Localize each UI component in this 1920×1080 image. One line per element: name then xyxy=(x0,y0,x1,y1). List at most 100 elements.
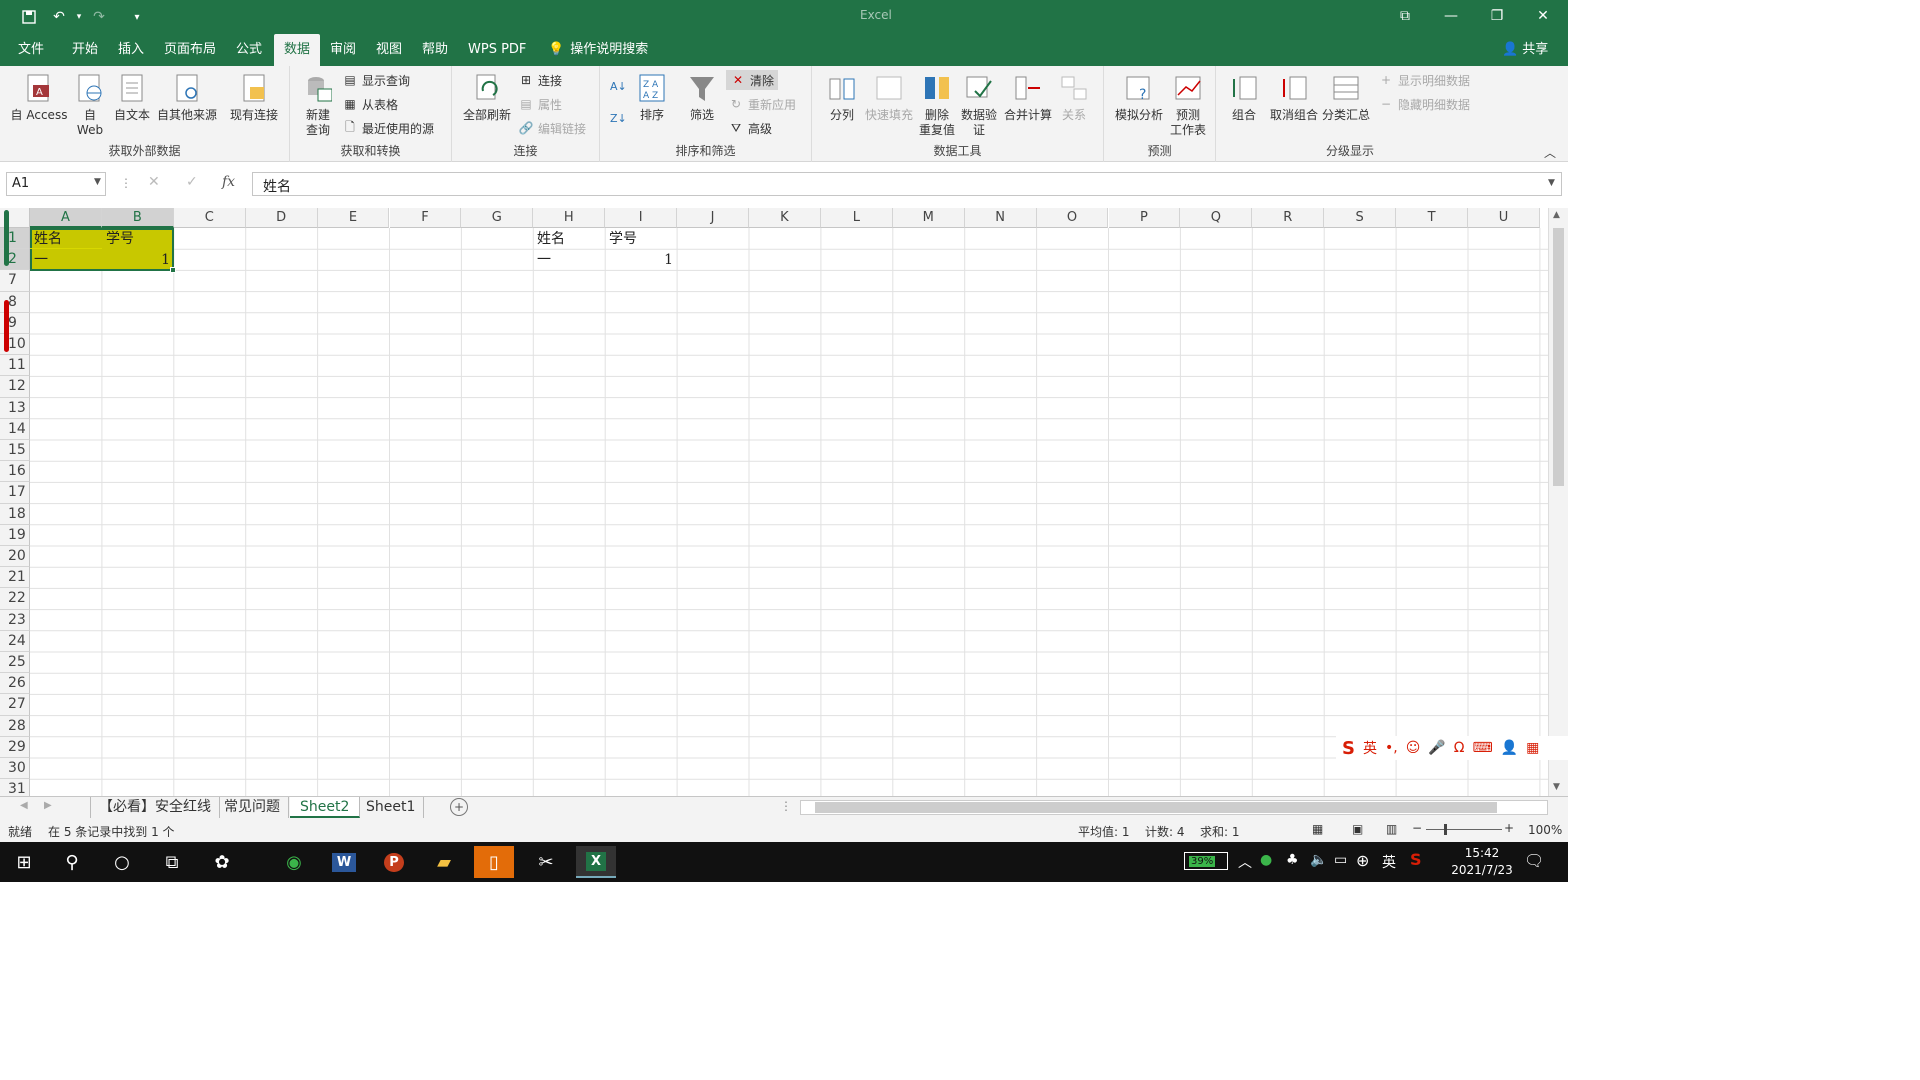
save-icon[interactable] xyxy=(18,6,40,28)
formula-input[interactable]: 姓名 xyxy=(252,172,1562,196)
refresh-all-button[interactable]: 全部刷新 xyxy=(458,72,516,123)
remove-duplicates-button[interactable]: 删除 重复值 xyxy=(916,72,958,138)
browser-app-icon[interactable]: ◉ xyxy=(274,846,314,878)
recent-sources-button[interactable]: 🗋 最近使用的源 xyxy=(342,118,434,138)
collapse-ribbon-icon[interactable]: ︿ xyxy=(1544,144,1556,161)
column-header-c[interactable]: C xyxy=(173,208,246,228)
row-header-22[interactable]: 22 xyxy=(0,588,30,610)
column-header-g[interactable]: G xyxy=(461,208,534,228)
cell-h1[interactable]: 姓名 xyxy=(533,228,605,249)
cell-i2[interactable]: 1 xyxy=(605,249,677,270)
zoom-slider-thumb[interactable] xyxy=(1444,824,1447,835)
file-explorer-icon[interactable]: ▰ xyxy=(424,846,464,878)
row-header-16[interactable]: 16 xyxy=(0,461,30,483)
normal-view-icon[interactable]: ▦ xyxy=(1312,822,1323,836)
from-access-button[interactable]: A 自 Access xyxy=(6,72,72,123)
row-header-17[interactable]: 17 xyxy=(0,482,30,504)
restore-button[interactable]: ❐ xyxy=(1474,4,1520,28)
flash-fill-button[interactable]: 快速填充 xyxy=(862,72,916,123)
ime-headset-icon[interactable]: Ω xyxy=(1454,740,1465,756)
ime-keyboard-icon[interactable]: ⌨ xyxy=(1472,740,1492,756)
excel-app-icon[interactable]: X xyxy=(576,846,616,878)
ime-voice-icon[interactable]: 🎤 xyxy=(1428,740,1445,756)
ime-user-icon[interactable]: 👤 xyxy=(1501,740,1518,756)
row-header-13[interactable]: 13 xyxy=(0,397,30,419)
sort-descending-icon[interactable]: Z↓ xyxy=(610,108,627,128)
edit-links-button[interactable]: 🔗 编辑链接 xyxy=(518,118,587,138)
tab-data[interactable]: 数据 xyxy=(274,34,321,66)
subtotal-button[interactable]: 分类汇总 xyxy=(1320,72,1372,123)
name-box[interactable]: A1 xyxy=(6,172,106,196)
row-header-14[interactable]: 14 xyxy=(0,418,30,440)
column-header-t[interactable]: T xyxy=(1396,208,1468,228)
sheet-tab-safety[interactable]: 【必看】安全红线 xyxy=(90,797,220,818)
scroll-up-icon[interactable]: ▲ xyxy=(1553,210,1560,220)
column-header-n[interactable]: N xyxy=(964,208,1037,228)
customize-qat-icon[interactable]: ▾ xyxy=(126,6,148,28)
search-icon[interactable]: ⚲ xyxy=(52,846,92,878)
row-header-30[interactable]: 30 xyxy=(0,758,30,780)
zoom-slider[interactable] xyxy=(1426,829,1502,830)
tray-chevron-icon[interactable]: ︿ xyxy=(1238,852,1252,872)
sheet-tab-faq[interactable]: 常见问题 xyxy=(216,797,289,818)
sort-ascending-icon[interactable]: A↓ xyxy=(610,76,627,96)
row-header-12[interactable]: 12 xyxy=(0,376,30,398)
row-header-29[interactable]: 29 xyxy=(0,736,30,758)
word-app-icon[interactable]: W xyxy=(324,846,364,878)
row-header-7[interactable]: 7 xyxy=(0,270,30,292)
column-header-l[interactable]: L xyxy=(820,208,893,228)
properties-button[interactable]: ▤ 属性 xyxy=(518,94,562,114)
minimize-button[interactable]: — xyxy=(1428,4,1474,28)
tab-file[interactable]: 文件 xyxy=(12,34,50,66)
page-layout-view-icon[interactable]: ▣ xyxy=(1352,822,1363,836)
column-header-a[interactable]: A xyxy=(30,208,102,228)
task-view-icon[interactable]: ⧉ xyxy=(152,846,192,878)
horizontal-scrollbar[interactable] xyxy=(800,800,1548,815)
ribbon-display-icon[interactable]: ⧉ xyxy=(1382,4,1428,28)
row-header-27[interactable]: 27 xyxy=(0,694,30,716)
undo-icon[interactable]: ↶ xyxy=(48,6,70,28)
battery-indicator[interactable]: 39% xyxy=(1184,852,1228,870)
ungroup-button[interactable]: 取消组合 xyxy=(1268,72,1320,123)
vertical-scrollbar[interactable]: ▲ ▼ xyxy=(1548,208,1568,796)
column-header-q[interactable]: Q xyxy=(1180,208,1253,228)
row-header-11[interactable]: 11 xyxy=(0,355,30,377)
sogou-tray-icon[interactable]: S xyxy=(1410,850,1422,869)
sort-button[interactable]: Z AA Z 排序 xyxy=(636,72,668,123)
row-header-15[interactable]: 15 xyxy=(0,440,30,462)
pinwheel-app-icon[interactable]: ✿ xyxy=(202,846,242,878)
new-query-button[interactable]: 新建 查询 xyxy=(298,72,338,138)
network-icon[interactable]: ▭ xyxy=(1334,852,1347,868)
consolidate-button[interactable]: 合并计算 xyxy=(1002,72,1054,123)
ime-grid-icon[interactable]: ▦ xyxy=(1526,740,1539,756)
text-to-columns-button[interactable]: 分列 xyxy=(822,72,862,123)
share-button[interactable]: 👤 共享 xyxy=(1496,34,1554,66)
data-validation-button[interactable]: 数据验 证 xyxy=(958,72,1000,138)
column-header-m[interactable]: M xyxy=(892,208,965,228)
fill-handle[interactable] xyxy=(170,267,176,273)
existing-connections-button[interactable]: 现有连接 xyxy=(228,72,280,123)
ime-language[interactable]: 英 xyxy=(1363,738,1377,758)
capcut-app-icon[interactable]: ✂ xyxy=(526,846,566,878)
notification-icon[interactable]: 🗨 xyxy=(1524,851,1544,870)
redo-icon[interactable]: ↷ xyxy=(88,6,110,28)
enter-icon[interactable]: ✓ xyxy=(186,174,198,190)
wechat-icon[interactable]: ● xyxy=(1260,852,1272,868)
tab-view[interactable]: 视图 xyxy=(370,34,408,66)
close-button[interactable]: ✕ xyxy=(1520,4,1566,28)
phone-app-icon[interactable]: ▯ xyxy=(474,846,514,878)
show-queries-button[interactable]: ▤ 显示查询 xyxy=(342,70,410,90)
show-detail-button[interactable]: + 显示明细数据 xyxy=(1378,70,1470,90)
volume-icon[interactable]: 🔈 xyxy=(1310,852,1327,868)
from-other-sources-button[interactable]: 自其他来源 xyxy=(156,72,218,123)
column-header-h[interactable]: H xyxy=(533,208,606,228)
undo-dropdown-icon[interactable]: ▾ xyxy=(68,6,90,28)
column-header-j[interactable]: J xyxy=(677,208,749,228)
zoom-in-icon[interactable]: + xyxy=(1504,821,1514,835)
advanced-filter-button[interactable]: ⛛ 高级 xyxy=(728,118,772,138)
cancel-icon[interactable]: ✕ xyxy=(148,174,160,190)
column-header-o[interactable]: O xyxy=(1036,208,1109,228)
group-button[interactable]: 组合 xyxy=(1224,72,1264,123)
add-sheet-button[interactable]: + xyxy=(450,798,468,816)
clear-filter-button[interactable]: ✕ 清除 xyxy=(726,70,779,90)
